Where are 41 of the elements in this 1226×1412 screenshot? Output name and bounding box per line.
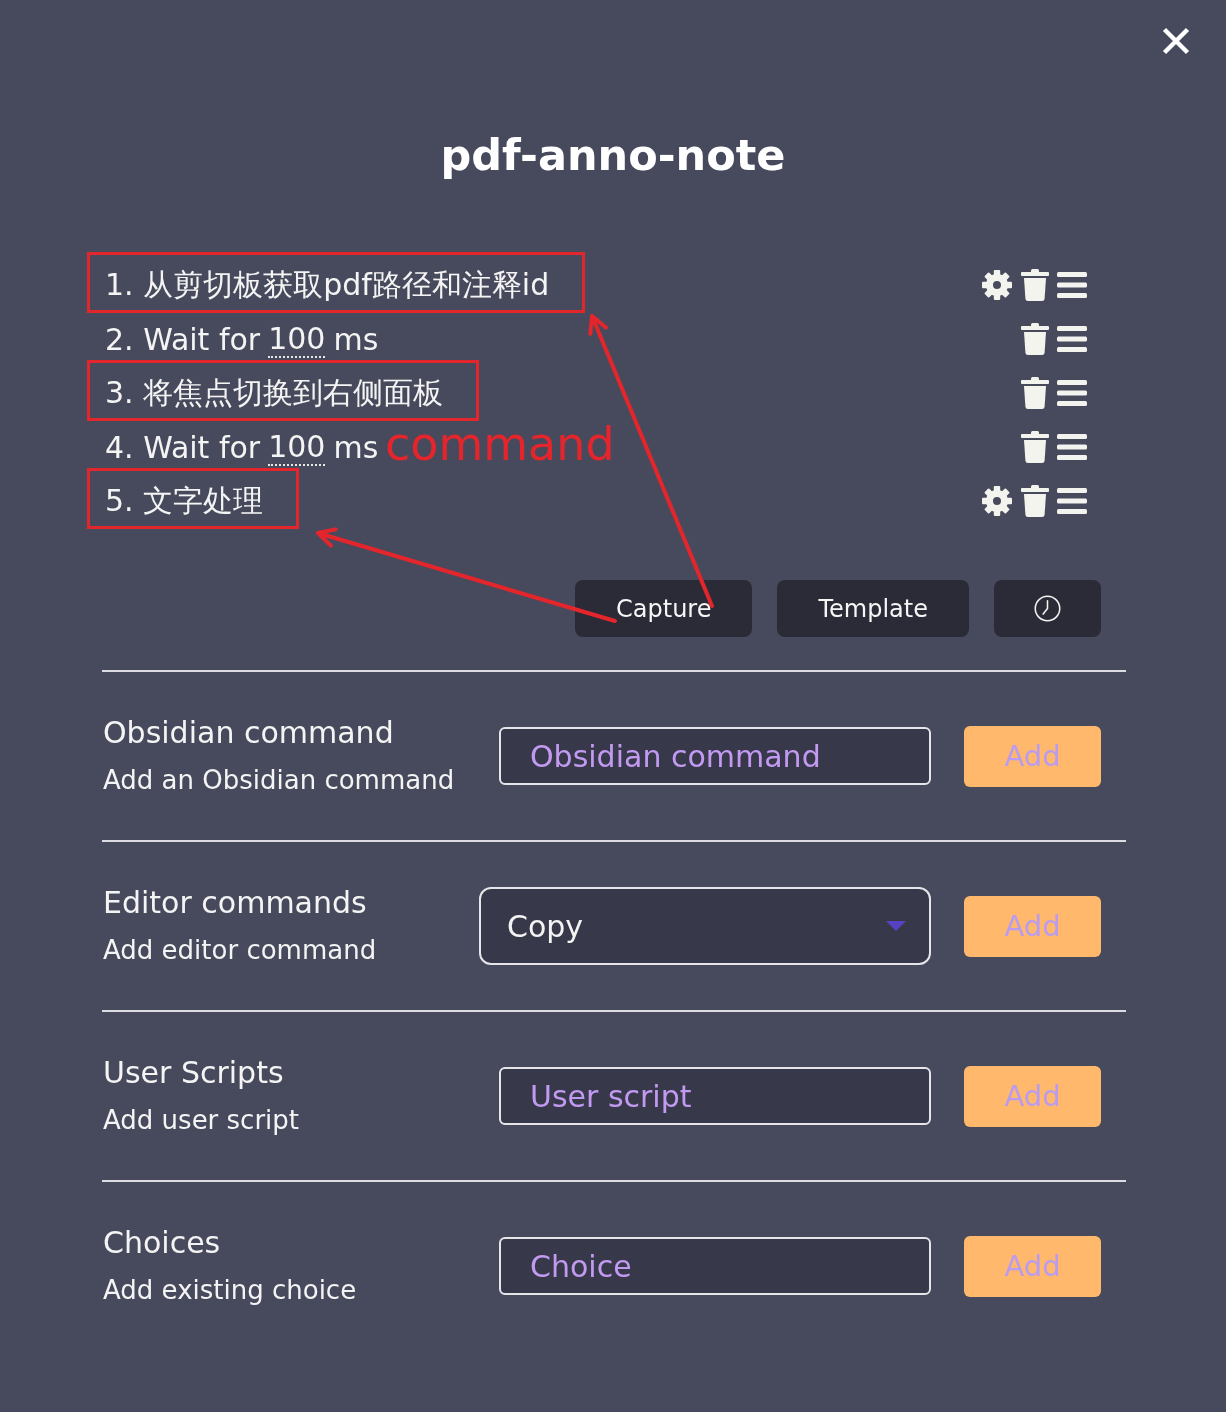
action-button[interactable]: Template xyxy=(777,580,969,637)
hamburger-icon[interactable] xyxy=(1057,380,1087,406)
input-field[interactable]: Obsidian command xyxy=(499,727,931,785)
trash-icon[interactable] xyxy=(1021,377,1049,409)
trash-icon[interactable] xyxy=(1021,323,1049,355)
step-label: 4. Wait for xyxy=(105,429,261,465)
section-title: User Scripts xyxy=(103,1053,284,1092)
hamburger-icon[interactable] xyxy=(1057,434,1087,460)
wait-value-field[interactable]: 100 xyxy=(268,324,326,358)
input-field[interactable]: User script xyxy=(499,1067,931,1125)
section-description: Add existing choice xyxy=(103,1273,357,1307)
clock-button[interactable] xyxy=(994,580,1101,637)
input-field[interactable]: Choice xyxy=(499,1237,931,1295)
step-label: 3. 将焦点切换到右侧面板 xyxy=(105,373,444,412)
close-icon[interactable] xyxy=(1162,27,1190,55)
action-button[interactable]: Capture xyxy=(575,580,753,637)
unit-label: ms xyxy=(333,321,379,357)
trash-icon[interactable] xyxy=(1021,431,1049,463)
step-label: 2. Wait for xyxy=(105,321,261,357)
trash-icon[interactable] xyxy=(1021,269,1049,301)
clock-icon xyxy=(1034,595,1061,622)
section-description: Add an Obsidian command xyxy=(103,763,455,797)
step-label: 1. 从剪切板获取pdf路径和注释id xyxy=(105,265,550,304)
settings-icon[interactable] xyxy=(981,269,1013,301)
hamburger-icon[interactable] xyxy=(1057,272,1087,298)
caret-icon xyxy=(886,921,906,931)
section-description: Add user script xyxy=(103,1103,300,1137)
section-title: Editor commands xyxy=(103,883,367,922)
unit-label: ms xyxy=(333,429,379,465)
hamburger-icon[interactable] xyxy=(1057,326,1087,352)
settings-icon[interactable] xyxy=(981,485,1013,517)
trash-icon[interactable] xyxy=(1021,485,1049,517)
section-title: Choices xyxy=(103,1223,221,1262)
wait-value-field[interactable]: 100 xyxy=(268,432,326,466)
annotation-label: command xyxy=(385,421,615,467)
section-title: Obsidian command xyxy=(103,713,394,752)
step-label: 5. 文字处理 xyxy=(105,481,264,520)
hamburger-icon[interactable] xyxy=(1057,488,1087,514)
section-description: Add editor command xyxy=(103,933,377,967)
dialog-title: pdf-anno-note xyxy=(440,129,786,181)
dropdown[interactable]: Copy xyxy=(479,887,931,965)
